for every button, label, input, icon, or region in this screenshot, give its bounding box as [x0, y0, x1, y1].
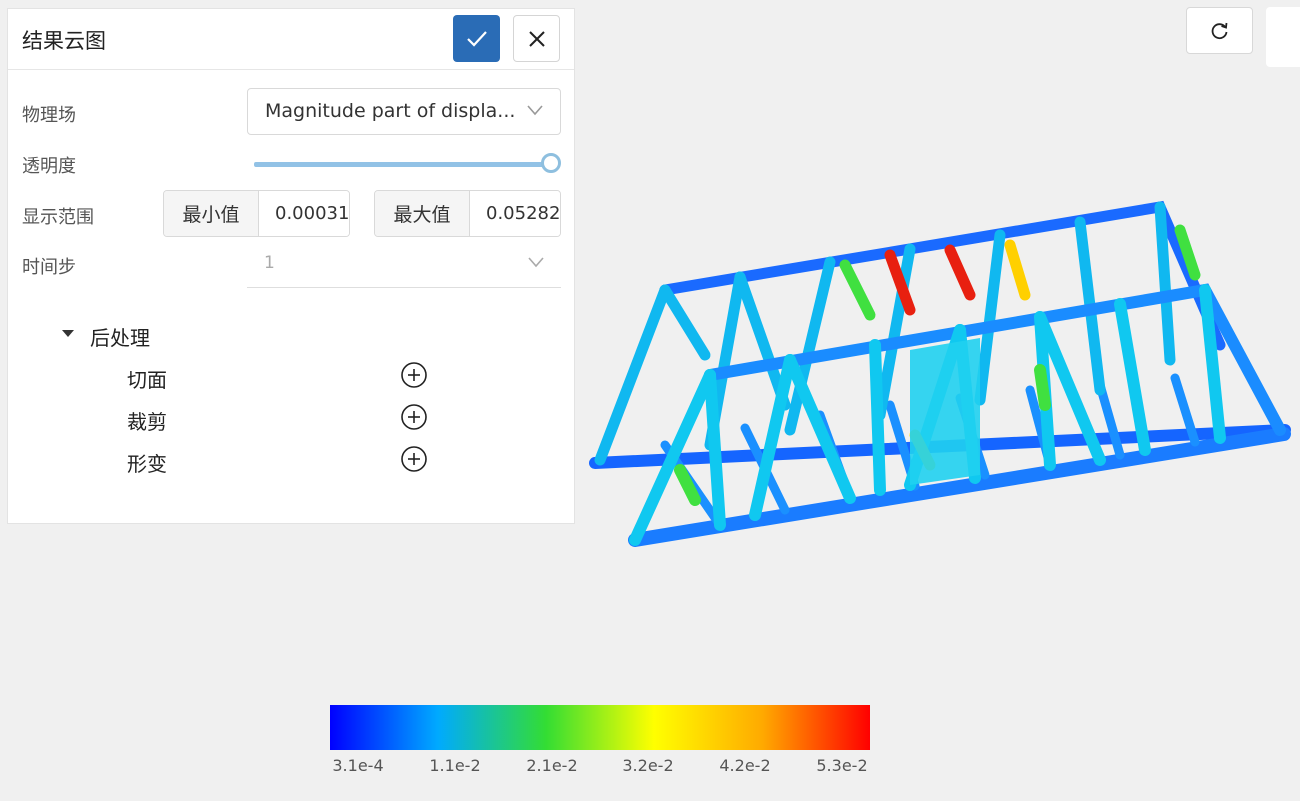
caret-down-icon[interactable] — [62, 330, 74, 337]
tree-root-post-processing[interactable]: 后处理 — [90, 322, 150, 351]
close-icon — [528, 30, 545, 47]
timestep-select[interactable]: 1 — [247, 241, 561, 288]
legend-tick: 3.2e-2 — [622, 756, 674, 775]
toolbar-button[interactable] — [1266, 7, 1300, 67]
max-label: 最大值 — [375, 191, 470, 236]
model-viewport[interactable] — [580, 180, 1295, 560]
legend-tick: 5.3e-2 — [816, 756, 868, 775]
tree-item-clip[interactable]: 裁剪 — [127, 406, 167, 435]
field-label: 物理场 — [22, 105, 76, 126]
color-legend-bar — [330, 705, 870, 750]
reset-view-icon — [1211, 22, 1227, 39]
result-contour-panel: 结果云图 物理场 Magnitude part of displa... 透明度… — [7, 8, 575, 524]
opacity-label: 透明度 — [22, 156, 76, 177]
legend-tick: 3.1e-4 — [332, 756, 384, 775]
min-range-group: 最小值 — [163, 190, 350, 237]
field-select-value: Magnitude part of displa... — [265, 100, 516, 122]
add-circle-icon[interactable] — [399, 444, 429, 474]
confirm-button[interactable] — [453, 15, 500, 62]
field-select[interactable]: Magnitude part of displa... — [247, 88, 561, 135]
panel-title: 结果云图 — [22, 29, 106, 53]
check-icon — [466, 30, 487, 47]
max-value-input[interactable] — [470, 191, 560, 236]
range-label: 显示范围 — [22, 207, 94, 228]
legend-tick: 1.1e-2 — [429, 756, 481, 775]
opacity-slider-track[interactable] — [254, 162, 552, 167]
max-range-group: 最大值 — [374, 190, 561, 237]
timestep-label: 时间步 — [22, 257, 76, 278]
chevron-down-icon — [527, 105, 543, 116]
truss-model — [589, 200, 1291, 547]
chevron-down-icon — [528, 257, 544, 268]
tree-item-deform[interactable]: 形变 — [127, 448, 167, 477]
legend-tick: 4.2e-2 — [719, 756, 771, 775]
min-label: 最小值 — [164, 191, 259, 236]
reset-view-button[interactable] — [1186, 7, 1253, 54]
min-value-input[interactable] — [259, 191, 349, 236]
tree-item-slice[interactable]: 切面 — [127, 364, 167, 393]
panel-header: 结果云图 — [8, 9, 574, 70]
timestep-value: 1 — [264, 253, 275, 273]
legend-tick: 2.1e-2 — [526, 756, 578, 775]
opacity-slider-thumb[interactable] — [541, 153, 561, 173]
add-circle-icon[interactable] — [399, 360, 429, 390]
add-circle-icon[interactable] — [399, 402, 429, 432]
close-button[interactable] — [513, 15, 560, 62]
